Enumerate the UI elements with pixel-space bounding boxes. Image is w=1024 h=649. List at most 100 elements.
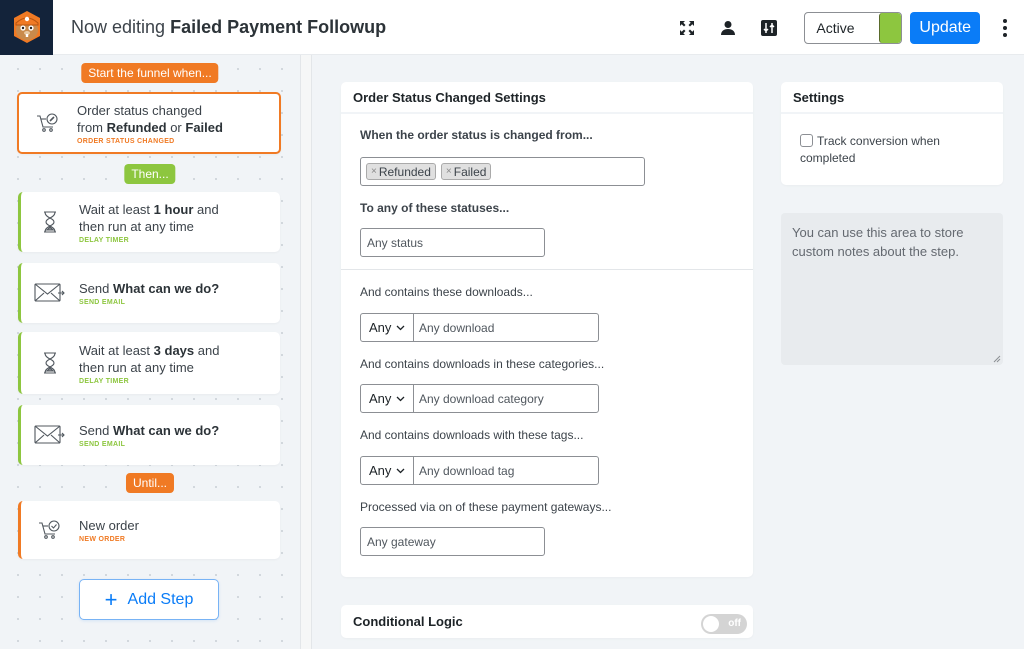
panel-resize-handle[interactable] [300, 55, 312, 649]
hourglass-icon [21, 352, 79, 374]
page-title: Now editing Failed Payment Followup [71, 17, 386, 38]
plus-icon: + [104, 586, 118, 612]
conditional-logic-toggle[interactable]: off [701, 614, 747, 634]
contact-button[interactable] [719, 19, 737, 37]
goal-label: New order [79, 518, 139, 533]
from-status-multiselect[interactable]: × Refunded × Failed [360, 157, 645, 186]
then-badge: Then... [124, 164, 176, 184]
track-conversion-checkbox[interactable] [800, 134, 813, 147]
user-icon [721, 20, 736, 35]
step-card-email-2[interactable]: Send What can we do? SEND EMAIL [18, 405, 280, 465]
step-type-label: DELAY TIMER [79, 377, 129, 385]
tag-label: Refunded [378, 164, 431, 179]
categories-filter: Any Any download category [360, 384, 599, 413]
side-settings-title: Settings [781, 82, 1003, 114]
step-line-2: then run at any time [79, 218, 194, 234]
chevron-down-icon [396, 396, 405, 401]
mode-value: Any [369, 320, 392, 335]
step-notes-textarea[interactable]: You can use this area to store custom no… [781, 213, 1003, 365]
notes-placeholder: You can use this area to store custom no… [792, 225, 964, 259]
app-logo[interactable] [0, 0, 53, 55]
email-send-icon [21, 424, 79, 446]
gateways-label: Processed via on of these payment gatewa… [360, 500, 612, 514]
to-status-input[interactable]: Any status [360, 228, 545, 257]
hourglass-icon [21, 211, 79, 233]
track-conversion-option: Track conversion when completed [800, 133, 990, 167]
until-badge: Until... [125, 473, 175, 493]
step-card-delay-2[interactable]: Wait at least 3 days and then run at any… [18, 332, 280, 394]
downloads-input[interactable]: Any download [414, 314, 598, 341]
to-status-label: To any of these statuses... [360, 201, 510, 215]
toggle-state-label: off [728, 618, 741, 629]
text: from [77, 119, 103, 135]
funnel-status-select[interactable]: Active [804, 11, 903, 44]
goal-card-new-order[interactable]: New order NEW ORDER [18, 501, 280, 559]
sliders-icon [761, 19, 778, 36]
categories-input[interactable]: Any download category [414, 385, 598, 412]
update-button[interactable]: Update [910, 11, 980, 44]
downloads-mode-select[interactable]: Any [361, 314, 414, 341]
step-card-delay-1[interactable]: Wait at least 1 hour and then run at any… [18, 192, 280, 252]
step-type-label: SEND EMAIL [79, 299, 126, 306]
fullscreen-button[interactable] [678, 19, 696, 37]
downloads-label: And contains these downloads... [360, 285, 533, 299]
step-line-1: Wait at least 3 days and [79, 342, 219, 359]
text: or [170, 119, 182, 135]
email-send-icon [21, 282, 79, 304]
text: Send [79, 281, 110, 296]
status-tag-refunded: × Refunded [366, 163, 436, 180]
delay-duration: 3 days [153, 342, 195, 358]
title-prefix: Now editing [71, 16, 166, 37]
text: Wait at least [79, 342, 151, 358]
status-from-2: Failed [185, 119, 223, 135]
settings-panel-title: Order Status Changed Settings [341, 82, 753, 114]
expand-icon [680, 20, 695, 35]
text: and [197, 201, 219, 217]
mode-value: Any [369, 391, 392, 406]
funnel-canvas: Start the funnel when... Order status ch… [0, 55, 300, 649]
reporting-button[interactable] [760, 19, 778, 37]
status-from-1: Refunded [106, 119, 167, 135]
step-line-2: then run at any time [79, 359, 194, 375]
text: and [197, 342, 220, 358]
chevron-down-icon [396, 325, 405, 330]
track-conversion-label: Track conversion when completed [800, 134, 940, 165]
from-status-label: When the order status is changed from... [360, 128, 593, 142]
tags-input[interactable]: Any download tag [414, 457, 598, 484]
resize-handle-icon[interactable] [993, 355, 1001, 363]
header-actions: Active Update [678, 0, 1024, 55]
step-line-1: Send What can we do? [79, 280, 219, 297]
status-tag-failed: × Failed [440, 163, 492, 180]
tags-mode-select[interactable]: Any [361, 457, 414, 484]
downloads-filter: Any Any download [360, 313, 599, 342]
cart-edit-icon [19, 111, 77, 135]
funnel-name: Failed Payment Followup [170, 16, 387, 37]
status-indicator [879, 12, 902, 43]
remove-tag-icon[interactable]: × [446, 166, 452, 177]
trigger-line-2: from Refunded or Failed [77, 119, 223, 136]
step-line-1: Wait at least 1 hour and [79, 201, 219, 218]
step-type-label: SEND EMAIL [79, 441, 126, 448]
tag-label: Failed [453, 164, 487, 179]
step-line-1: Send What can we do? [79, 422, 219, 439]
tags-filter: Any Any download tag [360, 456, 599, 485]
text: Wait at least [79, 201, 151, 217]
section-divider [341, 269, 753, 270]
gateways-input[interactable]: Any gateway [360, 527, 545, 556]
step-type-label: DELAY TIMER [79, 236, 129, 244]
remove-tag-icon[interactable]: × [371, 166, 377, 177]
trigger-line-1: Order status changed [77, 102, 203, 118]
toggle-knob [703, 616, 719, 632]
trigger-card[interactable]: Order status changed from Refunded or Fa… [17, 92, 281, 154]
add-step-label: Add Step [127, 590, 194, 608]
add-step-button[interactable]: + Add Step [79, 579, 219, 620]
more-options-button[interactable] [990, 18, 1020, 37]
email-name: What can we do? [113, 281, 220, 296]
step-card-email-1[interactable]: Send What can we do? SEND EMAIL [18, 263, 280, 323]
chevron-down-icon [396, 468, 405, 473]
tags-label: And contains downloads with these tags..… [360, 428, 584, 442]
status-value: Active [816, 19, 855, 36]
step-type-label: NEW ORDER [79, 536, 126, 543]
categories-mode-select[interactable]: Any [361, 385, 414, 412]
text: Send [79, 423, 110, 438]
